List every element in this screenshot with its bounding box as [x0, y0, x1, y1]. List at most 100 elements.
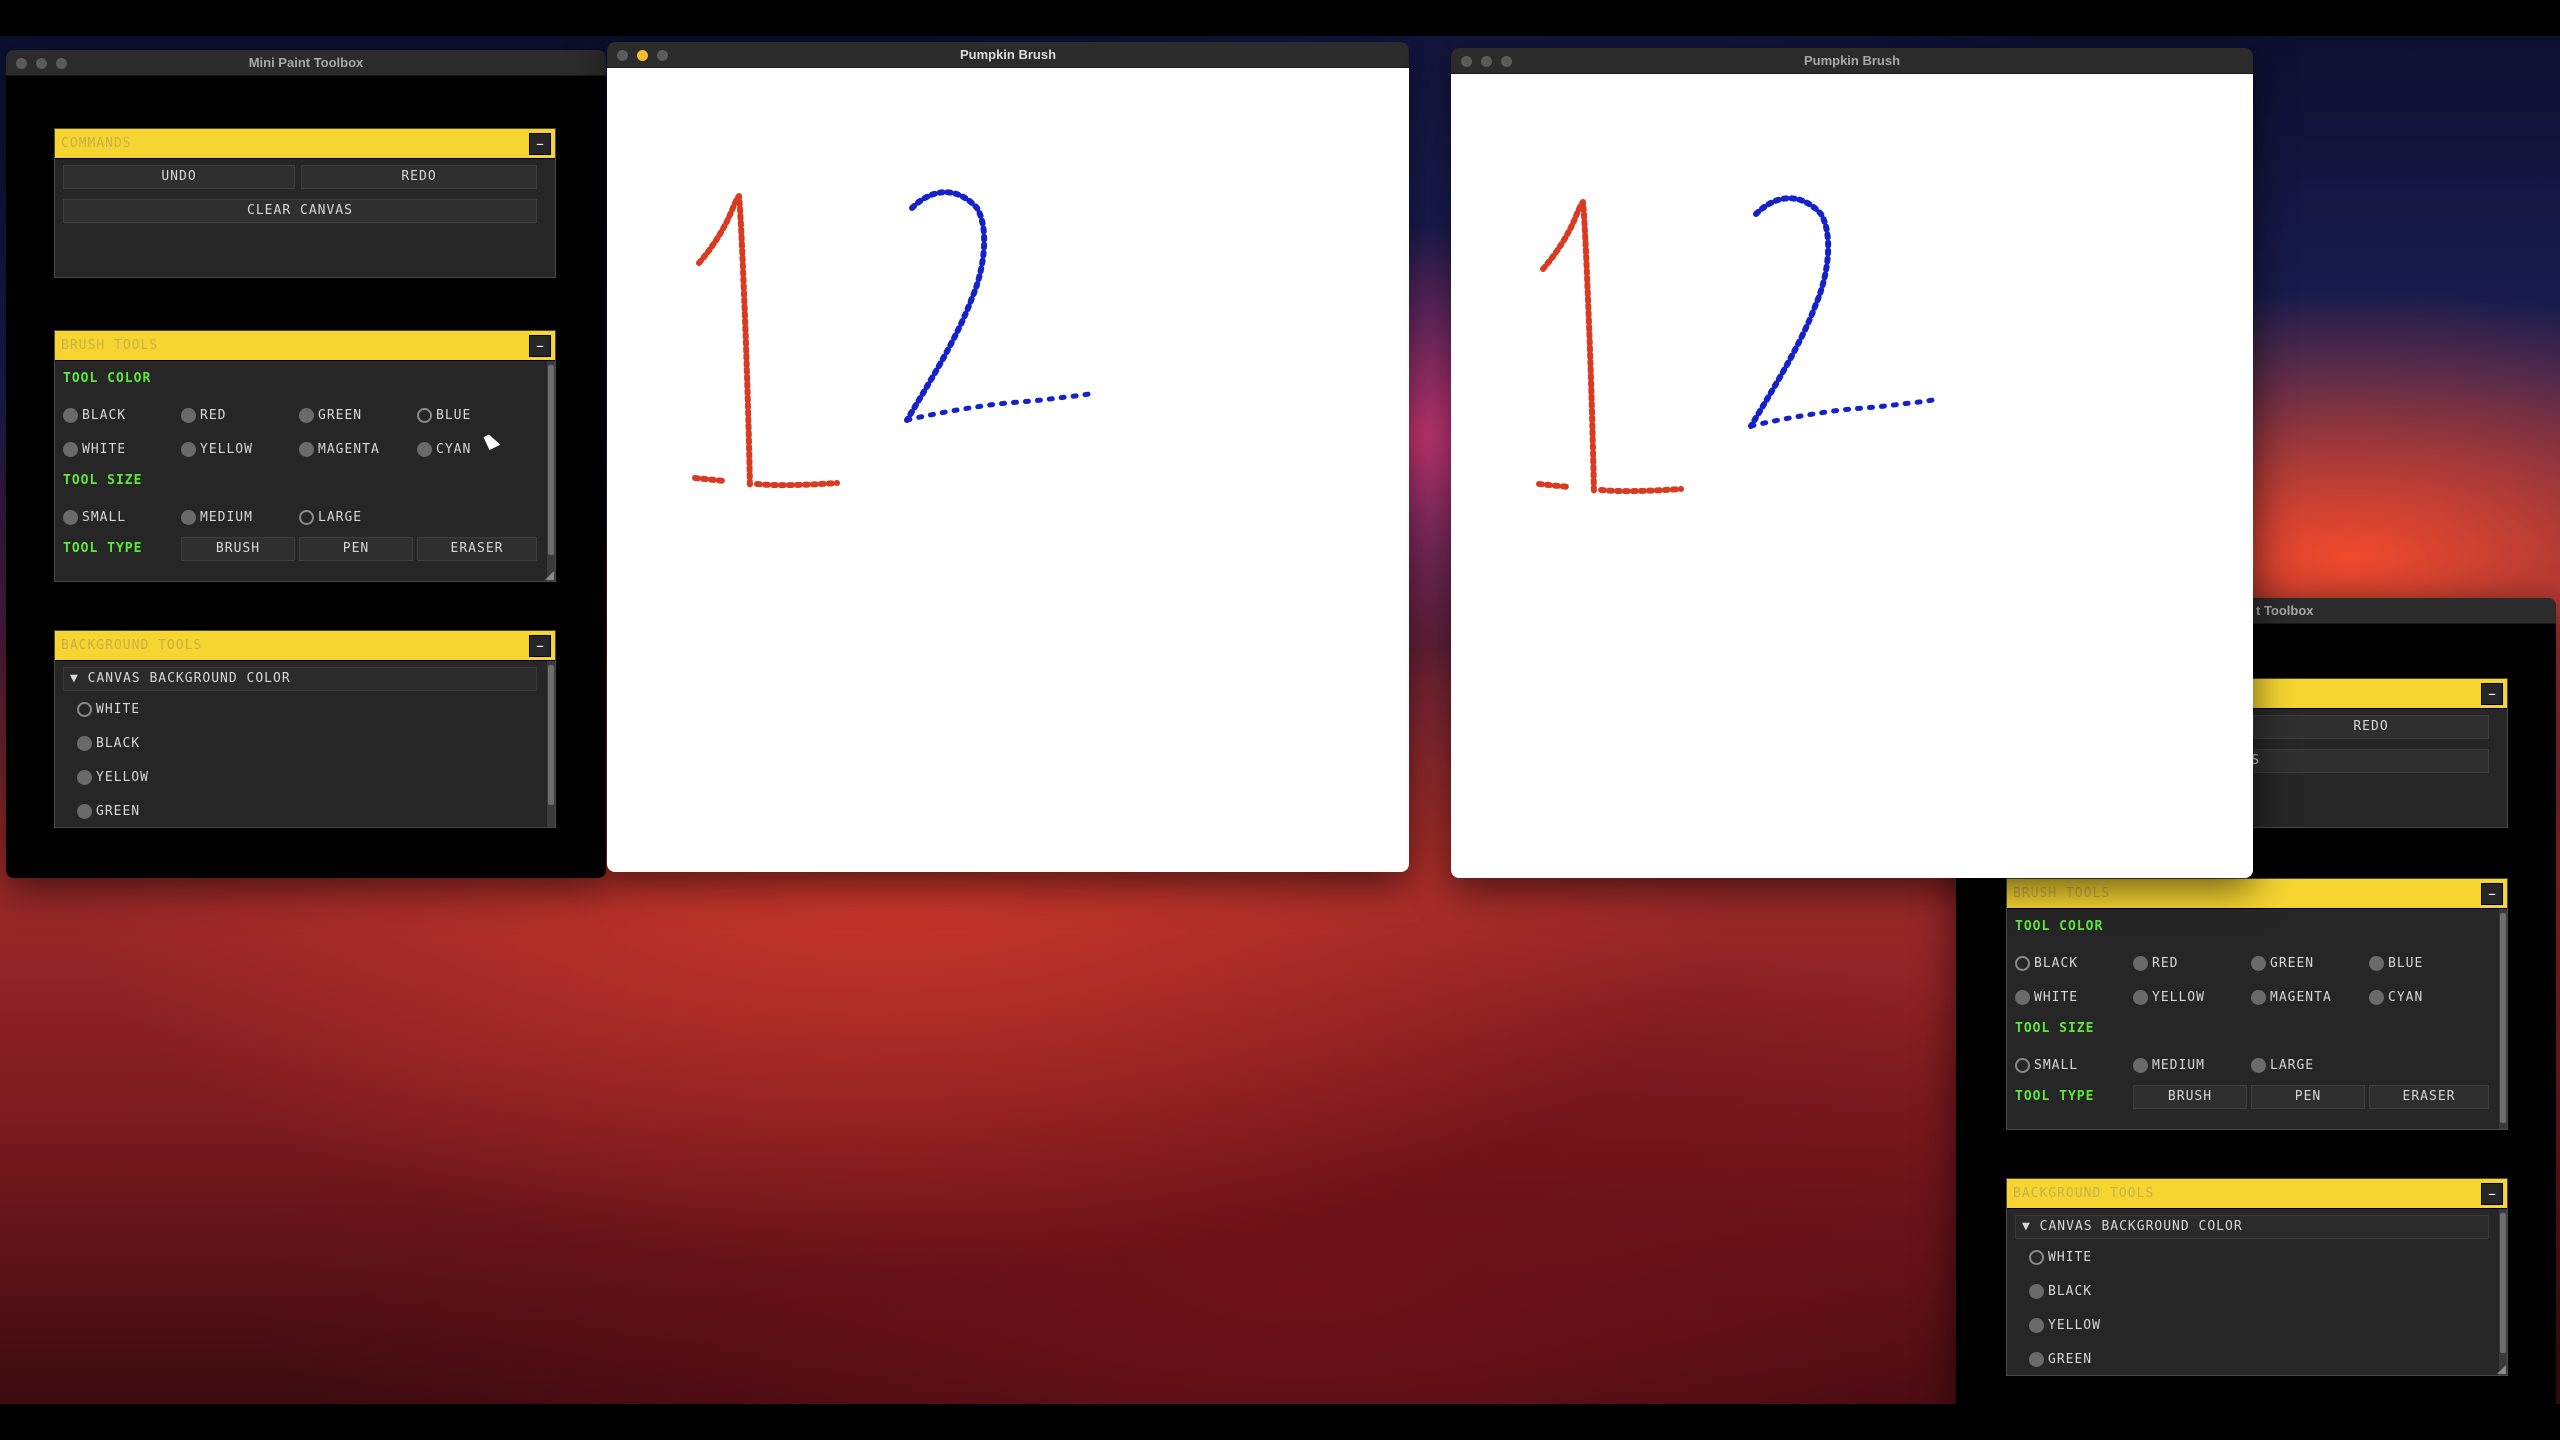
radio-icon: [2251, 1057, 2266, 1073]
size-radio-large[interactable]: Large: [2251, 1055, 2314, 1075]
collapse-button[interactable]: –: [2481, 1183, 2503, 1205]
collapse-button[interactable]: –: [2481, 683, 2503, 705]
eraser-button[interactable]: Eraser: [2369, 1085, 2489, 1109]
bg-radio-black[interactable]: Black: [77, 733, 140, 753]
color-radio-magenta[interactable]: Magenta: [2251, 987, 2332, 1007]
radio-icon: [181, 441, 196, 457]
collapse-button[interactable]: –: [2481, 883, 2503, 905]
bg-radio-yellow[interactable]: Yellow: [2029, 1315, 2101, 1335]
scrollbar-thumb[interactable]: [548, 665, 554, 805]
radio-icon: [2369, 989, 2384, 1005]
brush-tools-panel: Brush Tools – Tool Color Black Red Green…: [54, 330, 556, 582]
tool-color-label: Tool Color: [2015, 919, 2104, 934]
color-radio-green[interactable]: Green: [299, 405, 362, 425]
undo-button[interactable]: Undo: [63, 165, 295, 189]
scrollbar[interactable]: [547, 361, 555, 581]
brush-button[interactable]: Brush: [181, 537, 295, 561]
color-radio-white[interactable]: White: [2015, 987, 2078, 1007]
scrollbar-thumb[interactable]: [548, 365, 554, 555]
radio-selected-icon: [2015, 1057, 2030, 1073]
titlebar[interactable]: Mini Paint Toolbox: [6, 50, 606, 76]
collapse-button[interactable]: –: [529, 133, 551, 155]
titlebar[interactable]: Pumpkin Brush: [1451, 48, 2253, 74]
brush-tools-header[interactable]: Brush Tools –: [55, 331, 555, 361]
radio-icon: [181, 509, 196, 525]
resize-grip-icon[interactable]: [2497, 1365, 2506, 1374]
scrollbar[interactable]: [547, 661, 555, 827]
size-radio-small[interactable]: Small: [2015, 1055, 2078, 1075]
radio-icon: [63, 407, 78, 423]
color-radio-blue[interactable]: Blue: [417, 405, 471, 425]
canvas-window-right: Pumpkin Brush: [1451, 48, 2253, 878]
tool-color-label: Tool Color: [63, 371, 152, 386]
radio-icon: [2369, 955, 2384, 971]
color-radio-blue[interactable]: Blue: [2369, 953, 2423, 973]
radio-icon: [2133, 955, 2148, 971]
color-radio-white[interactable]: White: [63, 439, 126, 459]
color-radio-black[interactable]: Black: [63, 405, 126, 425]
background-tools-title: Background Tools: [2013, 1186, 2155, 1201]
collapse-button[interactable]: –: [529, 635, 551, 657]
bottom-bar: [0, 1404, 2560, 1440]
toolbox-window-left: Mini Paint Toolbox Commands – Undo Redo …: [6, 50, 606, 878]
size-radio-large[interactable]: Large: [299, 507, 362, 527]
background-tools-panel: Background Tools – ▼ Canvas Background C…: [2006, 1178, 2508, 1376]
bg-radio-white[interactable]: White: [2029, 1247, 2092, 1267]
eraser-button[interactable]: Eraser: [417, 537, 537, 561]
size-radio-small[interactable]: Small: [63, 507, 126, 527]
collapse-button[interactable]: –: [529, 335, 551, 357]
size-radio-medium[interactable]: Medium: [2133, 1055, 2205, 1075]
color-radio-red[interactable]: Red: [2133, 953, 2178, 973]
bg-radio-green[interactable]: Green: [2029, 1349, 2092, 1369]
background-tools-header[interactable]: Background Tools –: [55, 631, 555, 661]
pen-button[interactable]: Pen: [299, 537, 413, 561]
radio-icon: [2029, 1283, 2044, 1299]
color-radio-red[interactable]: Red: [181, 405, 226, 425]
canvas-background-color-tree[interactable]: ▼ Canvas Background Color: [2015, 1215, 2489, 1239]
tool-size-label: Tool Size: [2015, 1021, 2095, 1036]
color-radio-yellow[interactable]: Yellow: [181, 439, 253, 459]
radio-icon: [417, 441, 432, 457]
color-radio-yellow[interactable]: Yellow: [2133, 987, 2205, 1007]
scrollbar-thumb[interactable]: [2500, 1213, 2506, 1353]
scrollbar-thumb[interactable]: [2500, 913, 2506, 1123]
bg-radio-green[interactable]: Green: [77, 801, 140, 821]
commands-header[interactable]: Commands –: [55, 129, 555, 159]
redo-button[interactable]: Redo: [2253, 715, 2489, 739]
radio-selected-icon: [77, 701, 92, 717]
drawing-canvas[interactable]: [607, 68, 1409, 872]
clear-canvas-button[interactable]: Clear Canvas: [63, 199, 537, 223]
radio-icon: [63, 509, 78, 525]
stroke-two: [904, 189, 988, 423]
menu-bar: [0, 0, 2560, 36]
resize-grip-icon[interactable]: [545, 571, 554, 580]
drawing-strokes: [692, 189, 1092, 491]
canvas-background-color-tree[interactable]: ▼ Canvas Background Color: [63, 667, 537, 691]
background-tools-header[interactable]: Background Tools –: [2007, 1179, 2507, 1209]
color-radio-green[interactable]: Green: [2251, 953, 2314, 973]
bg-radio-yellow[interactable]: Yellow: [77, 767, 149, 787]
redo-button[interactable]: Redo: [301, 165, 537, 189]
brush-button[interactable]: Brush: [2133, 1085, 2247, 1109]
titlebar[interactable]: Pumpkin Brush: [607, 42, 1409, 68]
radio-icon: [2015, 989, 2030, 1005]
color-radio-cyan[interactable]: Cyan: [417, 439, 471, 459]
brush-tools-title: Brush Tools: [61, 338, 159, 353]
radio-icon: [2029, 1351, 2044, 1367]
drawing-canvas[interactable]: [1451, 74, 2253, 878]
size-radio-medium[interactable]: Medium: [181, 507, 253, 527]
radio-icon: [2133, 989, 2148, 1005]
stroke-two-base: [1748, 397, 1936, 429]
scrollbar[interactable]: [2499, 1209, 2507, 1375]
brush-tools-panel: Brush Tools – Tool Color Black Red Green…: [2006, 878, 2508, 1130]
pen-button[interactable]: Pen: [2251, 1085, 2365, 1109]
color-radio-cyan[interactable]: Cyan: [2369, 987, 2423, 1007]
tool-type-label: Tool Type: [63, 541, 143, 556]
brush-tools-header[interactable]: Brush Tools –: [2007, 879, 2507, 909]
bg-radio-black[interactable]: Black: [2029, 1281, 2092, 1301]
scrollbar[interactable]: [2499, 909, 2507, 1129]
bg-radio-white[interactable]: White: [77, 699, 140, 719]
color-radio-magenta[interactable]: Magenta: [299, 439, 380, 459]
color-radio-black[interactable]: Black: [2015, 953, 2078, 973]
window-title: Mini Paint Toolbox: [248, 55, 364, 70]
